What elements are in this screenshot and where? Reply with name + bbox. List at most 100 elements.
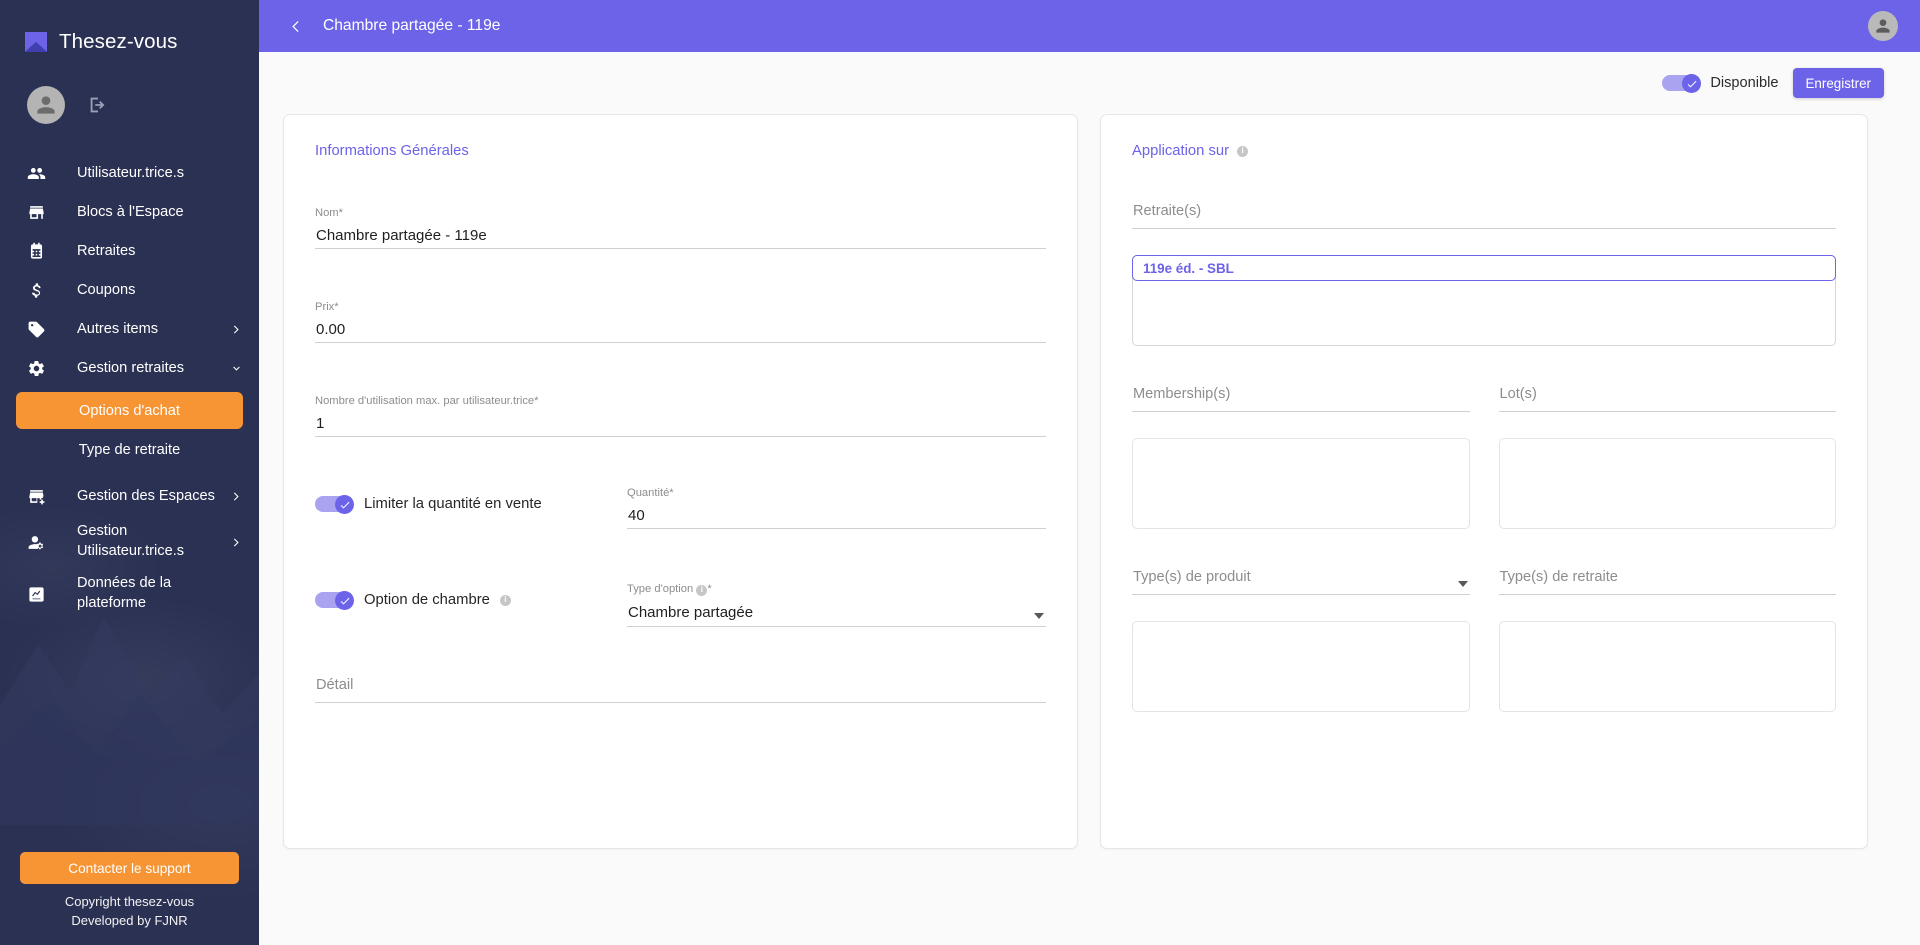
sidebar-item-label: Gestion Utilisateur.trice.s <box>77 523 185 559</box>
toggle-switch[interactable] <box>315 495 354 514</box>
toggle-knob <box>1682 74 1702 93</box>
field-value[interactable]: Chambre partagée - 119e <box>315 222 1046 249</box>
field-membership[interactable]: Membership(s) <box>1132 376 1470 412</box>
topbar: Chambre partagée - 119e <box>259 0 1920 52</box>
general-information-card: Informations Générales Nom* Chambre part… <box>283 114 1078 849</box>
field-value[interactable]: Chambre partagée <box>627 598 1046 627</box>
sidebar-footer: Contacter le support Copyright thesez-vo… <box>0 852 259 931</box>
field-label: Nom* <box>315 207 343 219</box>
limit-quantity-toggle[interactable]: Limiter la quantité en vente <box>315 469 627 514</box>
field-types-produit[interactable]: Type(s) de produit <box>1132 559 1470 595</box>
brand[interactable]: Thesez-vous <box>0 0 259 64</box>
info-icon[interactable]: i <box>696 584 708 596</box>
sidebar-item-blocs[interactable]: Blocs à l'Espace <box>0 193 259 232</box>
sidebar-item-label: Coupons <box>77 281 136 298</box>
sidebar-item-label: Blocs à l'Espace <box>77 203 184 220</box>
info-icon[interactable]: i <box>499 594 511 606</box>
membership-lots-row: Membership(s) Lot(s) <box>1132 376 1836 529</box>
person-icon[interactable] <box>27 86 65 124</box>
field-lots[interactable]: Lot(s) <box>1498 376 1836 412</box>
limit-quantity-label: Limiter la quantité en vente <box>364 496 542 512</box>
chevron-right-icon <box>229 536 243 549</box>
copyright: Copyright thesez-vous Developed by FJNR <box>0 893 259 931</box>
gear-icon <box>27 359 51 378</box>
sidebar-subitem-label: Options d'achat <box>79 402 180 419</box>
sidebar-item-label: Données de la plateforme <box>77 575 172 611</box>
store-plus-icon <box>27 487 51 506</box>
retreats-selection-list[interactable]: 119e éd. - SBL <box>1132 255 1836 346</box>
types-row: Type(s) de produit Type(s) de retraite <box>1132 559 1836 712</box>
field-nom[interactable]: Nom* Chambre partagée - 119e <box>315 189 1046 249</box>
retreat-chip-label: 119e éd. - SBL <box>1143 260 1234 276</box>
field-placeholder[interactable]: Type(s) de produit <box>1132 559 1470 595</box>
lots-selection-list[interactable] <box>1498 438 1836 529</box>
sidebar-item-coupons[interactable]: Coupons <box>0 271 259 310</box>
membership-col: Membership(s) <box>1132 376 1470 529</box>
option-type-field-wrap: Type d'option i * Chambre partagée <box>627 565 1046 627</box>
field-detail[interactable]: Détail <box>315 667 1046 703</box>
caret-down-icon[interactable] <box>1457 581 1468 587</box>
chevron-down-icon <box>229 362 243 375</box>
available-toggle[interactable]: Disponible <box>1662 74 1779 93</box>
field-quantite[interactable]: Quantité* 40 <box>627 469 1046 529</box>
application-title-row: Application sur i <box>1132 143 1836 159</box>
retreat-types-selection-list[interactable] <box>1498 621 1836 712</box>
copyright-line-2: Developed by FJNR <box>71 913 188 929</box>
caret-down-icon[interactable] <box>1034 613 1044 619</box>
field-value[interactable]: 40 <box>627 502 1046 529</box>
save-button[interactable]: Enregistrer <box>1792 68 1884 98</box>
sidebar-item-utilisateurs[interactable]: Utilisateur.trice.s <box>0 154 259 193</box>
field-placeholder[interactable]: Retraite(s) <box>1132 193 1836 229</box>
retreat-chip-selected[interactable]: 119e éd. - SBL <box>1132 255 1836 281</box>
product-types-selection-list[interactable] <box>1132 621 1470 712</box>
field-placeholder[interactable]: Membership(s) <box>1132 376 1470 412</box>
sidebar-subitem-type-retraite[interactable]: Type de retraite <box>16 433 243 467</box>
page-title: Chambre partagée - 119e <box>323 17 501 34</box>
sidebar: Thesez-vous Utilisateur.trice.s Blocs à … <box>0 0 259 945</box>
room-option-toggle[interactable]: Option de chambre i <box>315 565 627 610</box>
logout-icon[interactable] <box>87 94 109 116</box>
sidebar-item-gestion-espaces[interactable]: Gestion des Espaces <box>0 477 259 516</box>
main-area: Chambre partagée - 119e Disponible Enreg… <box>259 0 1920 945</box>
toggle-switch[interactable] <box>315 591 354 610</box>
retreat-types-col: Type(s) de retraite <box>1498 559 1836 712</box>
field-types-retraite[interactable]: Type(s) de retraite <box>1498 559 1836 595</box>
field-retraites[interactable]: Retraite(s) <box>1132 193 1836 229</box>
people-icon <box>27 164 51 183</box>
field-label: Prix* <box>315 301 339 313</box>
sidebar-item-gestion-retraites[interactable]: Gestion retraites <box>0 349 259 388</box>
app-root: Thesez-vous Utilisateur.trice.s Blocs à … <box>0 0 1920 945</box>
sidebar-item-donnees-plateforme[interactable]: Données de la plateforme <box>0 568 259 620</box>
sidebar-item-autres-items[interactable]: Autres items <box>0 310 259 349</box>
brand-name: Thesez-vous <box>59 29 178 53</box>
info-icon[interactable]: i <box>1237 145 1249 157</box>
sidebar-subitem-options-achat[interactable]: Options d'achat <box>16 392 243 429</box>
sidebar-item-label: Retraites <box>77 242 136 259</box>
field-value[interactable]: 0.00 <box>315 316 1046 343</box>
person-icon[interactable] <box>1868 11 1898 41</box>
field-type-option[interactable]: Type d'option i * Chambre partagée <box>627 565 1046 627</box>
tag-icon <box>27 320 51 339</box>
chevron-left-icon[interactable] <box>285 15 307 37</box>
field-label: Quantité* <box>627 487 674 499</box>
general-information-title: Informations Générales <box>315 143 469 159</box>
field-prix[interactable]: Prix* 0.00 <box>315 283 1046 343</box>
field-nombre-utilisation-max[interactable]: Nombre d'utilisation max. par utilisateu… <box>315 377 1046 437</box>
chevron-right-icon <box>229 490 243 503</box>
field-label: Type d'option i * <box>627 583 712 596</box>
membership-selection-list[interactable] <box>1132 438 1470 529</box>
field-value[interactable]: 1 <box>315 410 1046 437</box>
field-placeholder[interactable]: Détail <box>315 667 1046 703</box>
quantity-field-wrap: Quantité* 40 <box>627 469 1046 529</box>
sidebar-subitem-label: Type de retraite <box>78 442 181 458</box>
toggle-switch[interactable] <box>1662 74 1702 93</box>
field-placeholder[interactable]: Type(s) de retraite <box>1498 559 1836 595</box>
lots-col: Lot(s) <box>1498 376 1836 529</box>
sidebar-item-retraites[interactable]: Retraites <box>0 232 259 271</box>
sidebar-item-gestion-utilisateurs[interactable]: Gestion Utilisateur.trice.s <box>0 516 259 568</box>
contact-support-button[interactable]: Contacter le support <box>20 852 239 885</box>
calendar-icon <box>27 242 51 261</box>
available-toggle-label: Disponible <box>1710 75 1779 91</box>
field-placeholder[interactable]: Lot(s) <box>1498 376 1836 412</box>
room-option-row: Option de chambre i Type d'option i * Cha… <box>315 565 1046 627</box>
